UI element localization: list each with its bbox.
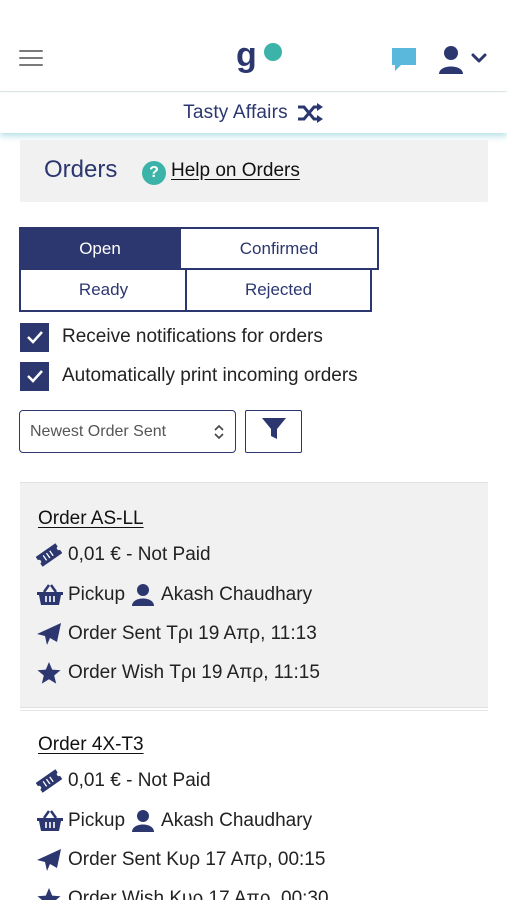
order-method: Pickup Akash Chaudhary xyxy=(36,809,312,833)
orders-header: Orders ? Help on Orders xyxy=(20,140,488,202)
help-on-orders-link[interactable]: Help on Orders xyxy=(171,160,300,182)
tab-confirmed[interactable]: Confirmed xyxy=(179,227,379,270)
page-title: Orders xyxy=(44,156,118,183)
tab-rejected[interactable]: Rejected xyxy=(185,268,372,312)
chevron-down-icon xyxy=(471,53,487,63)
sent-text: Order Sent Κυρ 17 Απρ, 00:15 xyxy=(68,849,326,870)
order-payment: 0,01 € - Not Paid xyxy=(36,769,211,793)
order-sent: Order Sent Τρι 19 Απρ, 11:13 xyxy=(36,622,317,646)
sort-select[interactable]: Newest Order Sent xyxy=(19,410,236,453)
help-icon[interactable]: ? xyxy=(142,161,166,185)
order-method: Pickup Akash Chaudhary xyxy=(36,583,312,607)
notifications-checkbox[interactable] xyxy=(20,322,49,352)
paper-plane-icon xyxy=(36,848,62,872)
order-wish: Order Wish Τρι 19 Απρ, 11:15 xyxy=(36,661,320,685)
star-icon xyxy=(36,887,62,900)
paper-plane-icon xyxy=(36,622,62,646)
chat-icon[interactable] xyxy=(389,45,419,75)
order-card[interactable]: Order 4X-T3 0,01 € - Not Paid Pickup Aka… xyxy=(20,710,488,900)
payment-text: 0,01 € - Not Paid xyxy=(68,770,211,791)
wish-text: Order Wish Κυρ 17 Απρ, 00:30 xyxy=(68,888,329,900)
ticket-icon xyxy=(36,543,62,567)
hamburger-icon[interactable] xyxy=(19,48,44,68)
order-sent: Order Sent Κυρ 17 Απρ, 00:15 xyxy=(36,848,325,872)
sort-selected-value: Newest Order Sent xyxy=(30,422,167,440)
notifications-setting: Receive notifications for orders xyxy=(20,322,323,352)
filter-button[interactable] xyxy=(245,410,302,453)
user-menu[interactable] xyxy=(439,44,491,76)
autoprint-checkbox[interactable] xyxy=(20,361,49,391)
order-id-link[interactable]: Order AS-LL xyxy=(38,508,144,530)
sent-text: Order Sent Τρι 19 Απρ, 11:13 xyxy=(68,623,317,644)
filter-icon xyxy=(261,417,287,446)
shopping-basket-icon xyxy=(36,809,63,833)
tab-ready[interactable]: Ready xyxy=(19,268,188,312)
customer-name: Akash Chaudhary xyxy=(161,810,313,831)
order-payment: 0,01 € - Not Paid xyxy=(36,543,211,567)
method-text: Pickup xyxy=(68,584,126,605)
autoprint-setting: Automatically print incoming orders xyxy=(20,361,358,391)
updown-arrows-icon xyxy=(213,423,225,441)
tab-open[interactable]: Open xyxy=(19,227,181,270)
svg-text:g: g xyxy=(236,38,257,74)
shuffle-icon[interactable] xyxy=(296,102,324,124)
order-card[interactable]: Order AS-LL 0,01 € - Not Paid Pickup Aka… xyxy=(20,482,488,708)
user-icon xyxy=(131,809,155,833)
user-icon xyxy=(439,46,463,74)
customer-name: Akash Chaudhary xyxy=(161,584,313,605)
user-icon xyxy=(131,583,155,607)
wish-text: Order Wish Τρι 19 Απρ, 11:15 xyxy=(68,662,320,683)
method-text: Pickup xyxy=(68,810,126,831)
order-wish: Order Wish Κυρ 17 Απρ, 00:30 xyxy=(36,887,329,900)
star-icon xyxy=(36,661,62,685)
go-logo[interactable]: g xyxy=(236,36,286,78)
payment-text: 0,01 € - Not Paid xyxy=(68,544,211,565)
shopping-basket-icon xyxy=(36,583,63,607)
ticket-icon xyxy=(36,769,62,793)
autoprint-label: Automatically print incoming orders xyxy=(62,365,358,386)
notifications-label: Receive notifications for orders xyxy=(62,326,323,347)
top-header: g xyxy=(0,0,507,92)
order-id-link[interactable]: Order 4X-T3 xyxy=(38,734,144,756)
restaurant-selector[interactable]: Tasty Affairs xyxy=(0,93,507,133)
restaurant-name: Tasty Affairs xyxy=(183,102,288,123)
